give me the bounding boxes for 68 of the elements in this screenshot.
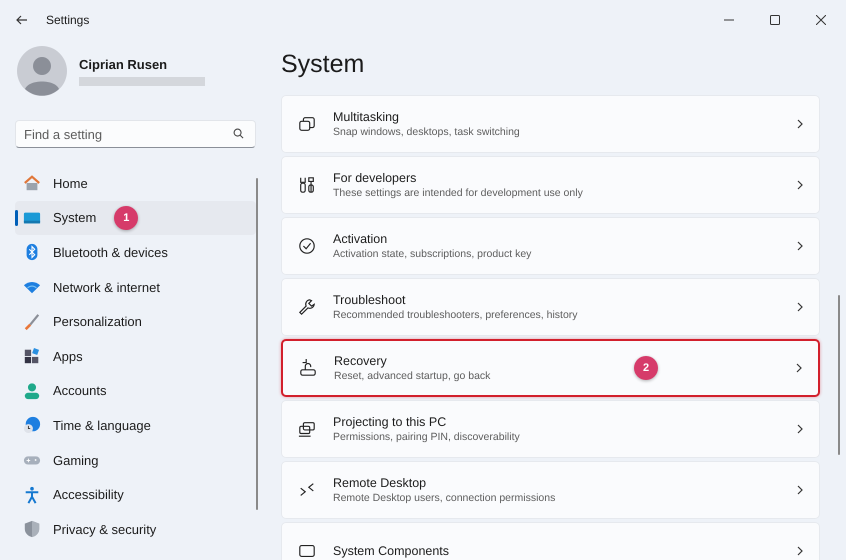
account-name: Ciprian Rusen bbox=[79, 56, 168, 72]
card-subtitle: Recommended troubleshooters, preferences, history bbox=[333, 309, 579, 321]
components-icon bbox=[298, 542, 316, 560]
close-icon[interactable] bbox=[816, 15, 826, 25]
brush-icon bbox=[23, 312, 41, 331]
card-title: Activation bbox=[333, 232, 388, 246]
chevron-right-icon bbox=[797, 546, 803, 556]
settings-card[interactable]: Activation Activation state, subscriptions, product key bbox=[281, 217, 820, 275]
card-title: System Components bbox=[333, 544, 450, 558]
settings-card[interactable]: Troubleshoot Recommended troubleshooters, preferences, history bbox=[281, 278, 820, 336]
chevron-right-icon bbox=[797, 241, 803, 251]
avatar-icon bbox=[17, 46, 67, 96]
sidebar-item[interactable]: Privacy & security bbox=[15, 512, 256, 547]
person-icon bbox=[23, 382, 41, 400]
search-field[interactable]: Find a setting bbox=[15, 120, 256, 148]
card-subtitle: Activation state, subscriptions, product key bbox=[333, 248, 532, 260]
card-subtitle: Permissions, pairing PIN, discoverability bbox=[333, 431, 521, 443]
sidebar-item[interactable]: Home bbox=[15, 166, 256, 201]
apps-icon bbox=[23, 347, 41, 366]
settings-card[interactable]: Recovery Reset, advanced startup, go back 2 bbox=[281, 339, 820, 397]
sidebar-item[interactable]: Time & language bbox=[15, 408, 256, 443]
recovery-icon bbox=[299, 359, 317, 377]
card-title: Remote Desktop bbox=[333, 476, 428, 490]
card-title: Troubleshoot bbox=[333, 293, 406, 307]
accessibility-icon bbox=[23, 486, 41, 504]
search-icon bbox=[233, 128, 244, 139]
settings-card[interactable]: Projecting to this PC Permissions, pairing PIN, discoverability bbox=[281, 400, 820, 458]
selection-indicator-icon bbox=[15, 210, 18, 226]
sidebar-item[interactable]: Accessibility bbox=[15, 477, 256, 512]
wrench-icon bbox=[298, 298, 316, 316]
settings-card[interactable]: Multitasking Snap windows, desktops, task switching bbox=[281, 95, 820, 153]
card-subtitle: Reset, advanced startup, go back bbox=[334, 370, 492, 382]
windows-icon bbox=[298, 115, 316, 133]
tools-icon bbox=[298, 176, 316, 194]
window-title: Settings bbox=[46, 13, 90, 27]
home-icon bbox=[23, 174, 41, 192]
card-subtitle: These settings are intended for development use only bbox=[333, 187, 583, 199]
sidebar-item[interactable]: Personalization bbox=[15, 304, 256, 339]
annotation-badge: 1 bbox=[114, 206, 138, 230]
chevron-right-icon bbox=[796, 363, 802, 373]
chevron-right-icon bbox=[797, 302, 803, 312]
settings-card[interactable]: For developers These settings are intended for development use only bbox=[281, 156, 820, 214]
shield-icon bbox=[23, 520, 41, 538]
chevron-right-icon bbox=[797, 424, 803, 434]
sidebar-item[interactable]: Gaming bbox=[15, 442, 256, 478]
chevron-right-icon bbox=[797, 180, 803, 190]
card-title: Multitasking bbox=[333, 110, 400, 124]
back-arrow-icon[interactable] bbox=[16, 15, 28, 25]
card-subtitle: Remote Desktop users, connection permissions bbox=[333, 492, 556, 504]
project-icon bbox=[298, 420, 316, 438]
sidebar-item[interactable]: Bluetooth & devices bbox=[15, 235, 256, 270]
sidebar-item[interactable]: Network & internet bbox=[15, 270, 256, 304]
check-icon bbox=[298, 237, 316, 255]
card-title: Recovery bbox=[334, 354, 388, 368]
annotation-badge: 2 bbox=[634, 356, 658, 380]
page-title: System bbox=[281, 50, 366, 79]
card-title: For developers bbox=[333, 171, 418, 185]
card-title: Projecting to this PC bbox=[333, 415, 448, 429]
globe-icon bbox=[23, 416, 41, 434]
sidebar-item[interactable]: Accounts bbox=[15, 374, 256, 408]
settings-card[interactable]: Remote Desktop Remote Desktop users, connection permissions bbox=[281, 461, 820, 519]
card-subtitle: Snap windows, desktops, task switching bbox=[333, 126, 521, 138]
maximize-icon[interactable] bbox=[770, 15, 780, 25]
chevron-right-icon bbox=[797, 119, 803, 129]
sidebar-item[interactable]: System 1 bbox=[15, 200, 256, 236]
chevron-right-icon bbox=[797, 485, 803, 495]
settings-card[interactable]: System Components bbox=[281, 522, 820, 560]
sidebar-item[interactable]: Apps bbox=[15, 338, 256, 374]
